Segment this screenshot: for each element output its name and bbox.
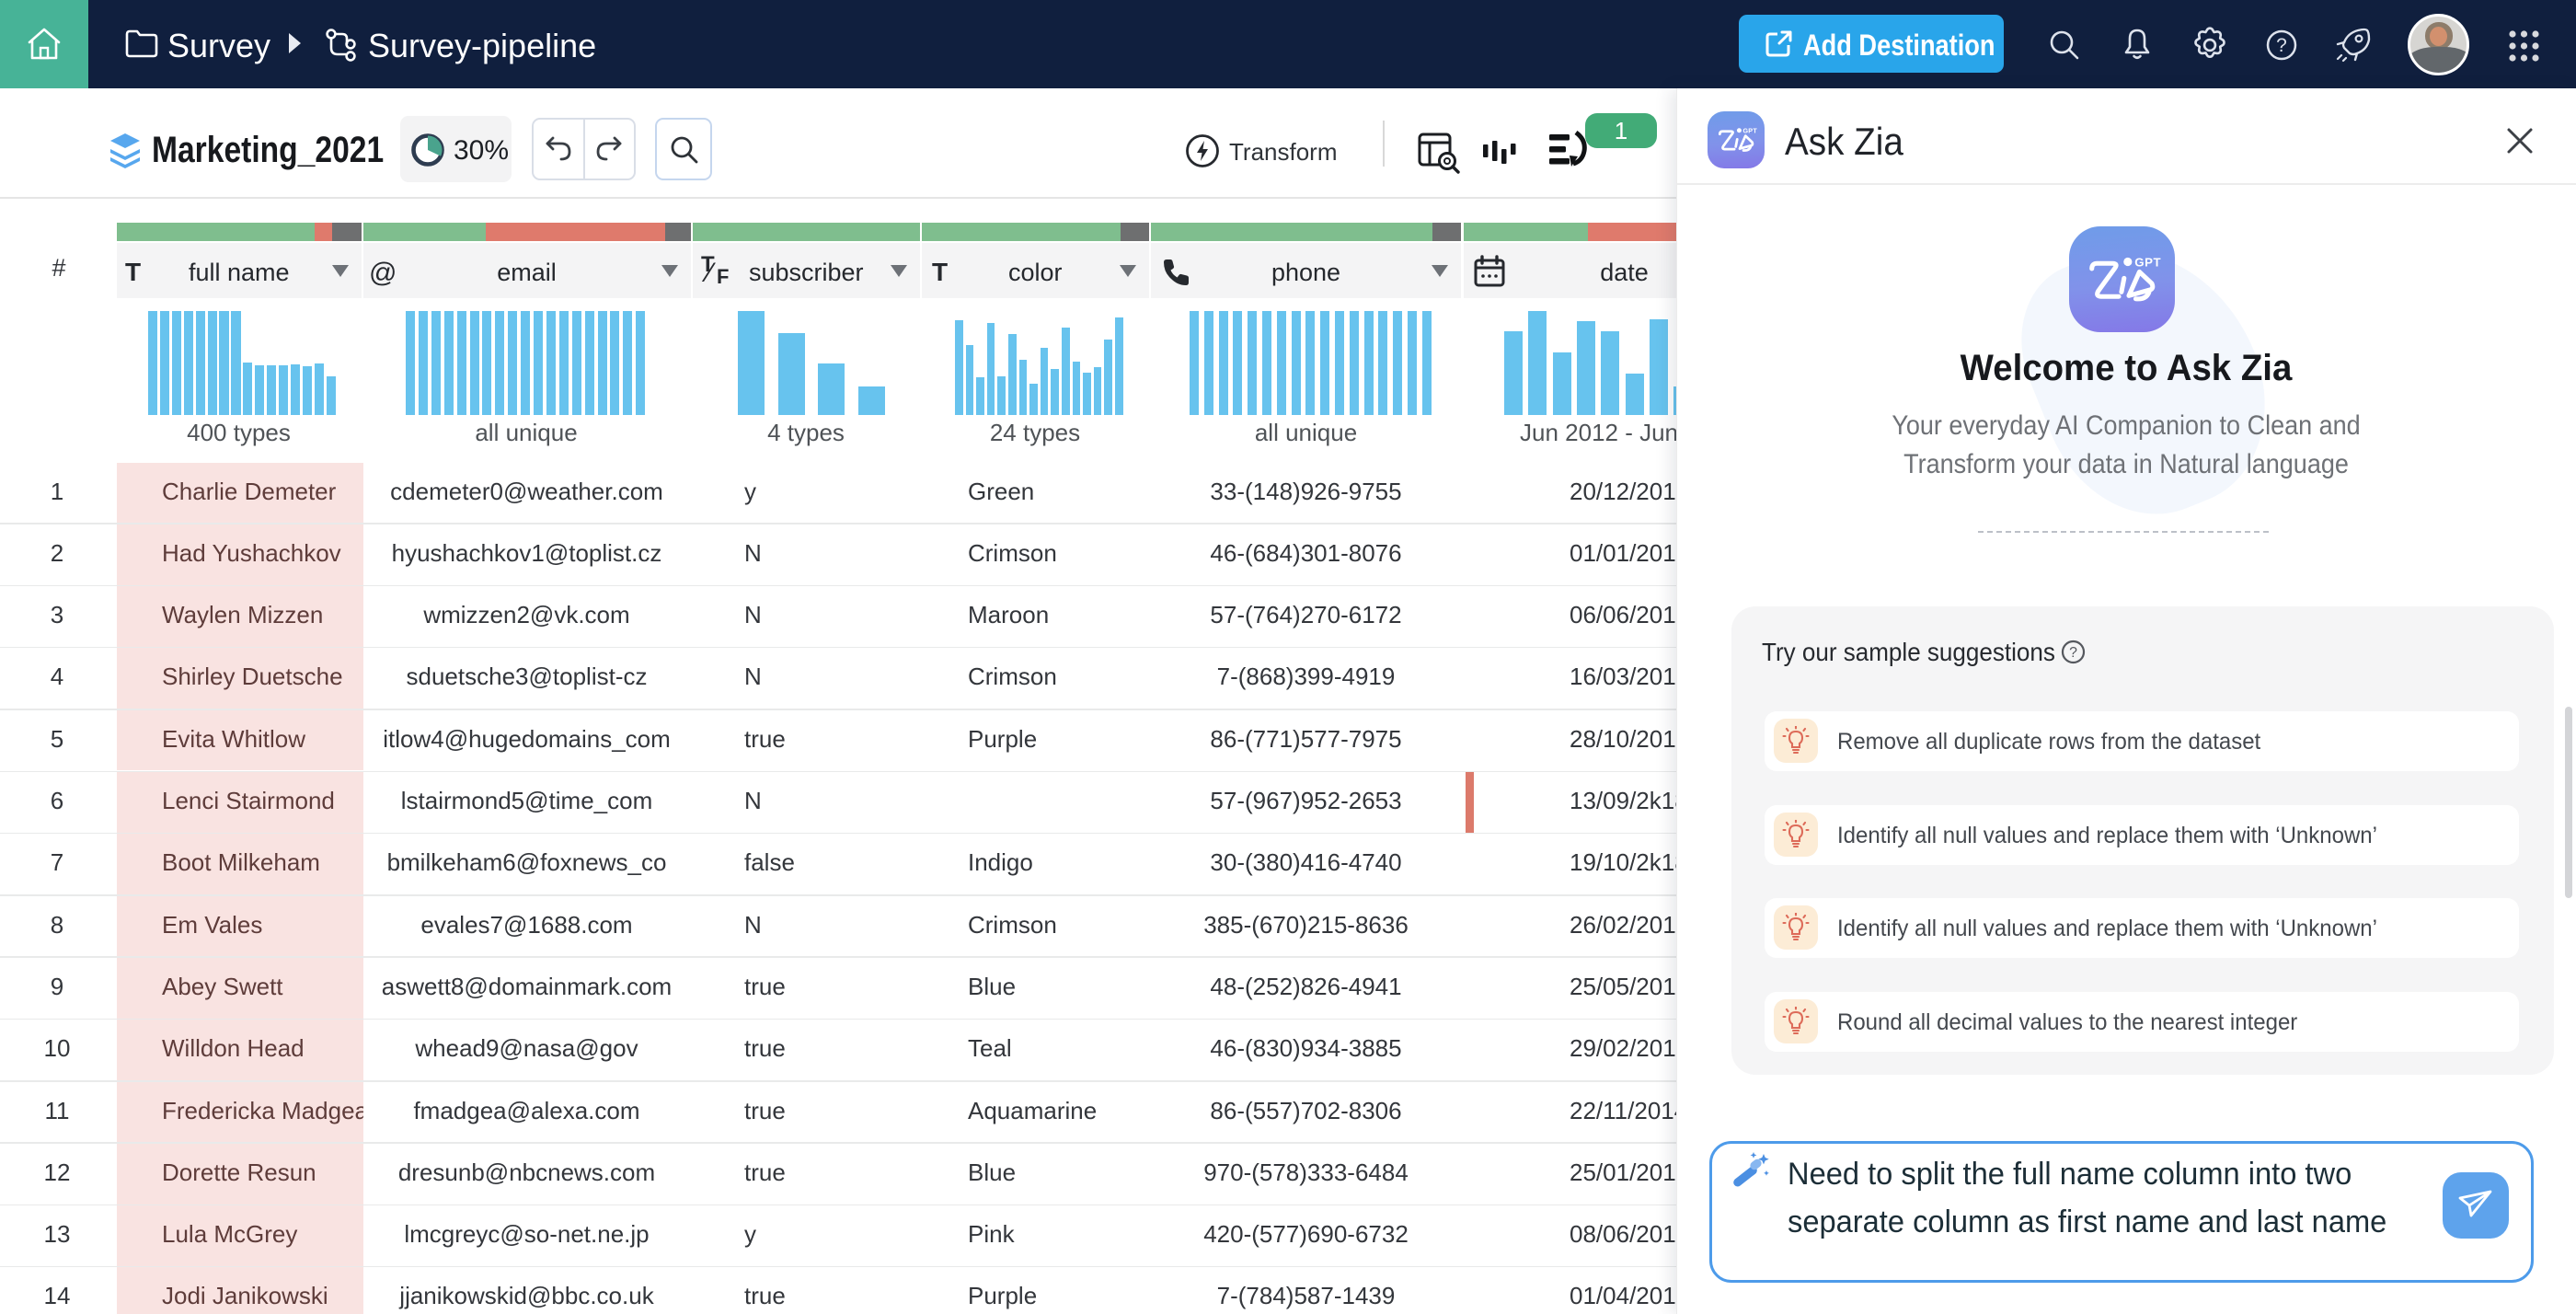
svg-text:GPT: GPT	[1742, 128, 1757, 135]
svg-text:?: ?	[2069, 645, 2077, 661]
svg-text:?: ?	[2276, 35, 2287, 56]
svg-text:GPT: GPT	[2134, 256, 2161, 270]
